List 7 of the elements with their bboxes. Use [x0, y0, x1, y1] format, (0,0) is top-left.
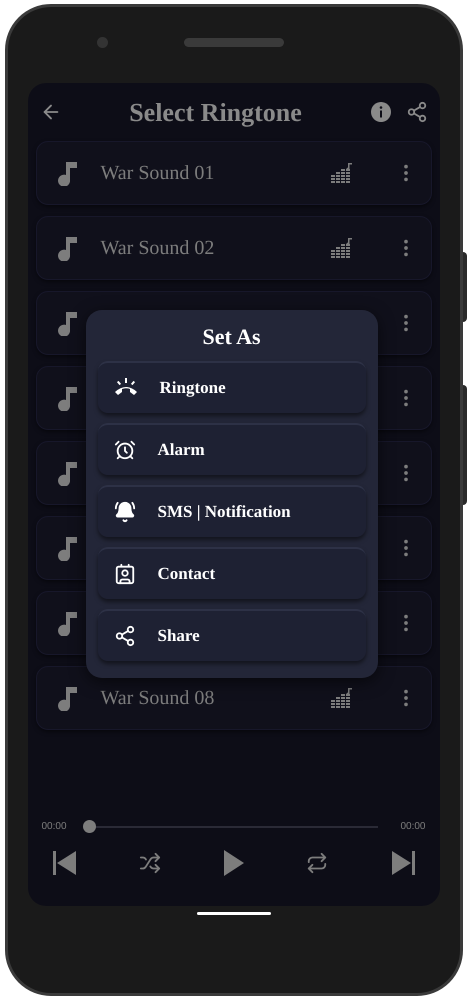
screen-title: Select Ringtone — [128, 96, 303, 129]
total-time: 00:00 — [400, 820, 426, 834]
ringtone-name: War Sound 02 — [100, 236, 214, 261]
ringtone-name: War Sound 08 — [100, 686, 214, 711]
dialog-title: Set As — [202, 323, 261, 351]
elapsed-time: 00:00 — [42, 820, 67, 834]
ringtone-name: War Sound 01 — [100, 161, 214, 186]
